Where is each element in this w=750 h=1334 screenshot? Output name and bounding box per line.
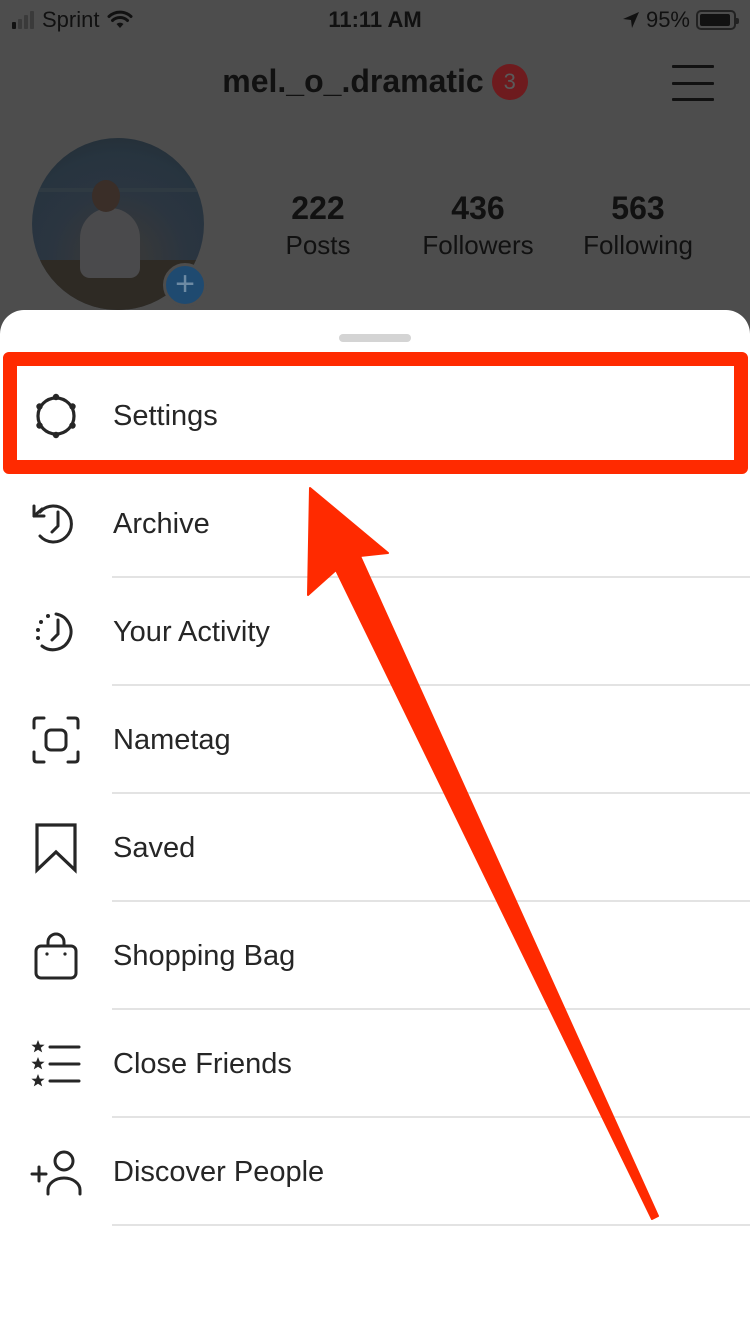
menu-item-label: Archive [113, 507, 210, 540]
battery-percent: 95% [645, 7, 690, 32]
shopping-bag-icon [30, 930, 82, 982]
menu-item-label: Settings [113, 399, 218, 432]
activity-clock-icon [30, 606, 82, 658]
menu-item-discover-people[interactable]: Discover People [0, 1118, 750, 1226]
add-story-button[interactable]: + [163, 263, 207, 307]
menu-item-label: Discover People [113, 1155, 325, 1188]
stat-followers[interactable]: 436 Followers [398, 188, 558, 262]
menu-list: Settings Archive Your Activity Nametag S… [0, 362, 750, 1226]
menu-item-label: Close Friends [113, 1047, 292, 1080]
username[interactable]: mel._o_.dramatic [222, 63, 483, 100]
menu-item-shopping-bag[interactable]: Shopping Bag [0, 902, 750, 1010]
menu-item-label: Saved [113, 831, 196, 864]
menu-item-settings[interactable]: Settings [0, 362, 750, 470]
profile-stats: 222 Posts 436 Followers 563 Following [238, 188, 718, 262]
menu-item-saved[interactable]: Saved [0, 794, 750, 902]
notification-badge: 3 [491, 63, 528, 100]
menu-item-archive[interactable]: Archive [0, 470, 750, 578]
menu-item-label: Your Activity [113, 615, 270, 648]
sheet-grabber-handle[interactable] [339, 334, 411, 342]
menu-item-close-friends[interactable]: Close Friends [0, 1010, 750, 1118]
menu-item-label: Shopping Bag [113, 939, 296, 972]
divider [112, 1224, 750, 1226]
hamburger-menu-icon[interactable] [672, 65, 714, 101]
add-person-icon [30, 1146, 82, 1198]
stat-posts[interactable]: 222 Posts [238, 188, 398, 262]
status-bar: Sprint 11:11 AM 95% [0, 0, 750, 40]
menu-item-your-activity[interactable]: Your Activity [0, 578, 750, 686]
bottom-sheet: Settings Archive Your Activity Nametag S… [0, 310, 750, 1334]
bookmark-icon [30, 822, 82, 874]
profile-header: mel._o_.dramatic 3 [0, 55, 750, 115]
menu-item-label: Nametag [113, 723, 231, 756]
archive-clock-icon [30, 498, 82, 550]
menu-item-nametag[interactable]: Nametag [0, 686, 750, 794]
location-arrow-icon [622, 12, 639, 28]
nametag-scan-icon [30, 714, 82, 766]
battery-icon [696, 10, 739, 30]
settings-gear-icon [30, 390, 82, 442]
close-friends-list-icon [30, 1038, 82, 1090]
stat-following[interactable]: 563 Following [558, 188, 718, 262]
